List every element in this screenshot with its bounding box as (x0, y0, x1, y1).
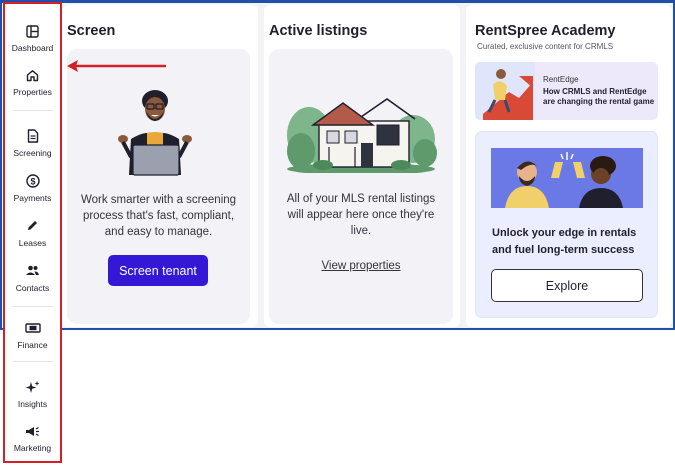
rentedge-promo-text: Unlock your edge in rentals and fuel lon… (492, 227, 637, 256)
annotation-arrow-icon (67, 60, 166, 72)
sidebar-item-label: Contacts (15, 282, 50, 293)
active-listings-card: Active listings All of your MLS rental l… (264, 5, 460, 327)
academy-subtitle: Curated, exclusive content for CRMLS (477, 42, 614, 51)
sidebar-item-label: Marketing (13, 443, 52, 453)
home-icon (25, 67, 41, 83)
academy-card: RentSpree Academy Curated, exclusive con… (466, 5, 672, 327)
sidebar-item-properties[interactable]: Properties (5, 60, 60, 104)
academy-title: RentSpree Academy (475, 23, 616, 39)
screen-card: Screen Work smarter with a screening pro… (62, 5, 258, 327)
megaphone-icon (25, 423, 41, 439)
listings-empty-panel: All of your MLS rental listings will app… (269, 49, 453, 324)
rentedge-promo-card: Unlock your edge in rentals and fuel lon… (475, 131, 658, 318)
tenant-screening-illustration (118, 90, 192, 176)
sidebar-item-label: Finance (17, 340, 48, 350)
sidebar-item-label: Screening (13, 148, 52, 158)
view-properties-link[interactable]: View properties (269, 260, 453, 272)
pencil-icon (25, 218, 41, 234)
app-root: Dashboard Properties Screening $ Payment… (0, 0, 675, 465)
people-icon (25, 263, 41, 279)
dollar-icon: $ (25, 173, 41, 189)
document-icon (25, 128, 41, 144)
sidebar-divider (12, 361, 53, 362)
sidebar-item-dashboard[interactable]: Dashboard (5, 16, 60, 60)
academy-article-card[interactable]: RentEdge How CRMLS and RentEdge are chan… (475, 62, 658, 120)
svg-text:$: $ (30, 176, 35, 186)
sidebar-item-label: Leases (18, 237, 47, 248)
dashboard-main: Screen Work smarter with a screening pro… (62, 3, 673, 328)
sparkle-icon (25, 379, 41, 395)
sidebar-item-label: Payments (13, 192, 52, 203)
sidebar-item-screening[interactable]: Screening (5, 121, 60, 165)
sidebar-item-marketing[interactable]: Marketing (5, 416, 60, 460)
sidebar-item-label: Dashboard (11, 43, 54, 53)
sidebar-divider (12, 306, 53, 307)
sidebar-item-payments[interactable]: $ Payments (5, 165, 60, 210)
dashboard-icon (25, 23, 41, 39)
sidebar-item-leases[interactable]: Leases (5, 210, 60, 255)
sidebar: Dashboard Properties Screening $ Payment… (3, 2, 62, 463)
view-properties-label[interactable]: View properties (321, 260, 400, 272)
sidebar-item-insights[interactable]: Insights (5, 372, 60, 416)
explore-button[interactable]: Explore (491, 269, 643, 302)
celebration-illustration (491, 148, 643, 208)
sidebar-divider (12, 110, 53, 111)
sidebar-item-contacts[interactable]: Contacts (5, 255, 60, 300)
house-illustration (287, 98, 437, 173)
rentedge-article-thumbnail (475, 62, 535, 120)
screen-tenant-button[interactable]: Screen tenant (108, 255, 208, 286)
article-tag: RentEdge (543, 75, 579, 84)
article-title: How CRMLS and RentEdge are changing the … (543, 87, 655, 106)
screen-promo-text: Work smarter with a screening process th… (80, 194, 237, 238)
money-icon (24, 320, 41, 336)
active-listings-title: Active listings (269, 23, 368, 39)
sidebar-item-finance[interactable]: Finance (5, 315, 60, 355)
sidebar-item-label: Insights (17, 399, 48, 409)
sidebar-item-label: Properties (13, 87, 52, 97)
screen-promo-panel: Work smarter with a screening process th… (67, 49, 250, 324)
listings-empty-text: All of your MLS rental listings will app… (286, 193, 436, 237)
screen-card-title: Screen (67, 23, 116, 39)
